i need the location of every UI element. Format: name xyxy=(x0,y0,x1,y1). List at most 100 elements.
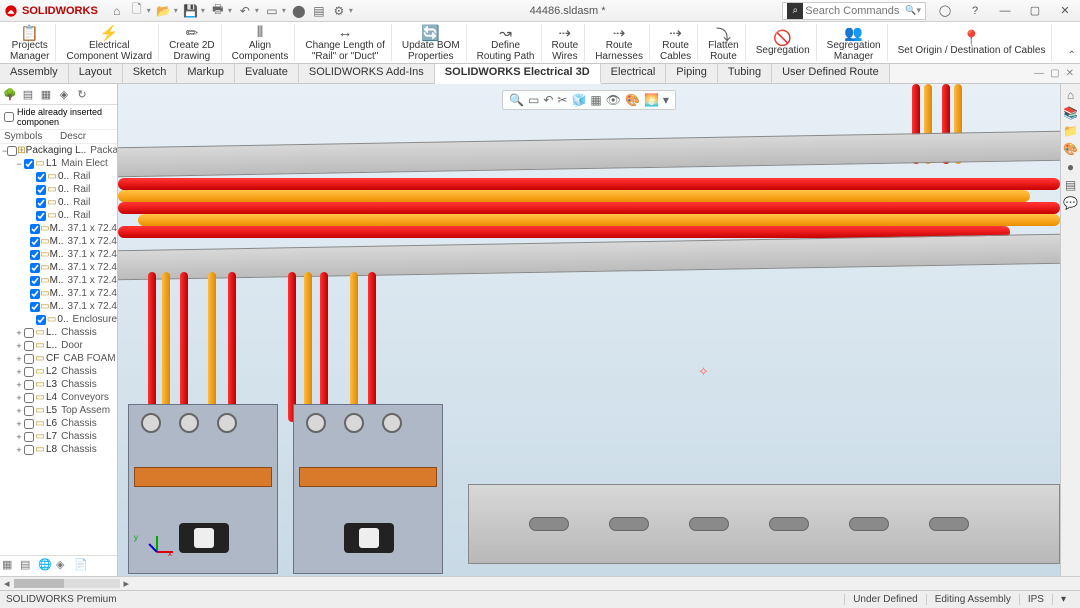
tree-twisty-icon[interactable]: + xyxy=(14,419,24,429)
tree-row[interactable]: ▭0..Rail xyxy=(0,170,117,183)
tree-checkbox[interactable] xyxy=(36,172,46,182)
fm-b3-icon[interactable]: 🌐 xyxy=(38,558,54,574)
tree-row[interactable]: +▭L2Chassis xyxy=(0,365,117,378)
view-orient-icon[interactable]: 🧊 xyxy=(571,93,586,107)
appearance-icon[interactable]: 🎨 xyxy=(625,93,640,107)
tree-checkbox[interactable] xyxy=(36,315,46,325)
fm-b2-icon[interactable]: ▤ xyxy=(20,558,36,574)
ribbon-route[interactable]: ⇢Route Cables xyxy=(654,24,698,61)
hide-inserted-checkbox-row[interactable]: Hide already inserted componen xyxy=(0,105,117,130)
tree-row[interactable]: ▭0..Rail xyxy=(0,196,117,209)
tab-tubing[interactable]: Tubing xyxy=(718,64,772,83)
rebuild-icon[interactable]: ⬤ xyxy=(292,4,306,18)
tree-checkbox[interactable] xyxy=(24,393,34,403)
open-icon[interactable]: 📂 xyxy=(157,4,171,18)
tab-markup[interactable]: Markup xyxy=(177,64,235,83)
graphics-viewport[interactable]: 🔍 ▭ ↶ ✂ 🧊 ▦ 👁 🎨 🌅 ▾ xyxy=(118,84,1060,576)
tab-layout[interactable]: Layout xyxy=(69,64,123,83)
scene-icon[interactable]: 🌅 xyxy=(644,93,659,107)
ribbon-electrical[interactable]: ⚡Electrical Component Wizard xyxy=(60,24,159,61)
fm-b4-icon[interactable]: ◈ xyxy=(56,558,72,574)
tree-checkbox[interactable] xyxy=(30,289,40,299)
tree-checkbox[interactable] xyxy=(30,276,40,286)
command-search[interactable]: ⌕ 🔍▾ xyxy=(782,2,926,20)
tree-row[interactable]: +▭L4Conveyors xyxy=(0,391,117,404)
vp-minimize-icon[interactable]: — xyxy=(1034,68,1044,79)
tree-row[interactable]: −⊞Packaging L..Packaging xyxy=(0,144,117,157)
tree-row[interactable]: ▭M..37.1 x 72.4 xyxy=(0,300,117,313)
vp-close-icon[interactable]: ✕ xyxy=(1066,68,1074,79)
tree-checkbox[interactable] xyxy=(24,432,34,442)
tree-checkbox[interactable] xyxy=(24,328,34,338)
tree-twisty-icon[interactable]: + xyxy=(14,393,24,403)
tree-row[interactable]: ▭M..37.1 x 72.4 xyxy=(0,274,117,287)
fm-reload-icon[interactable]: ↻ xyxy=(74,86,90,102)
hide-inserted-checkbox[interactable] xyxy=(4,112,14,122)
tree-row[interactable]: +▭L7Chassis xyxy=(0,430,117,443)
ribbon-define[interactable]: ↝Define Routing Path xyxy=(471,24,542,61)
new-icon[interactable]: 🗋 xyxy=(130,4,144,18)
tree-checkbox[interactable] xyxy=(30,302,40,312)
fm-b1-icon[interactable]: ▦ xyxy=(2,558,18,574)
ribbon-align[interactable]: ⫴Align Components xyxy=(226,24,296,61)
undo-icon[interactable]: ↶ xyxy=(238,4,252,18)
tree-twisty-icon[interactable]: + xyxy=(14,328,24,338)
vp-restore-icon[interactable]: ▢ xyxy=(1050,68,1059,79)
ribbon-segregation[interactable]: 🚫Segregation xyxy=(750,24,817,61)
ribbon-segregation[interactable]: 👥Segregation Manager xyxy=(821,24,888,61)
tree-checkbox[interactable] xyxy=(24,367,34,377)
fm-display-icon[interactable]: ◈ xyxy=(56,86,72,102)
ribbon-create-2d[interactable]: ✏Create 2D Drawing xyxy=(163,24,222,61)
tree-twisty-icon[interactable]: + xyxy=(14,432,24,442)
tree-checkbox[interactable] xyxy=(24,406,34,416)
tree-row[interactable]: ▭M..37.1 x 72.4 xyxy=(0,222,117,235)
tree-row[interactable]: ▭0..Rail xyxy=(0,209,117,222)
search-dropdown-icon[interactable]: 🔍▾ xyxy=(905,5,921,16)
tree-twisty-icon[interactable]: + xyxy=(14,406,24,416)
zoom-fit-icon[interactable]: 🔍 xyxy=(509,93,524,107)
view-triad[interactable]: y x xyxy=(138,520,174,556)
ribbon-route[interactable]: ⇢Route Harnesses xyxy=(589,24,650,61)
tree-twisty-icon[interactable]: − xyxy=(14,159,24,169)
hscroll-right-icon[interactable]: ▸ xyxy=(120,577,134,590)
user-account-icon[interactable]: ◯ xyxy=(934,2,956,20)
tree-checkbox[interactable] xyxy=(24,159,34,169)
tp-forum-icon[interactable]: 💬 xyxy=(1063,196,1078,210)
tree-checkbox[interactable] xyxy=(30,237,40,247)
tree-twisty-icon[interactable]: + xyxy=(14,354,24,364)
feature-tree[interactable]: −⊞Packaging L..Packaging−▭L1Main Elect▭0… xyxy=(0,144,117,555)
tree-row[interactable]: ▭0..Enclosure xyxy=(0,313,117,326)
tree-row[interactable]: ▭0..Rail xyxy=(0,183,117,196)
tree-row[interactable]: ▭M..37.1 x 72.4 xyxy=(0,287,117,300)
tab-evaluate[interactable]: Evaluate xyxy=(235,64,299,83)
view-settings-icon[interactable]: ▾ xyxy=(663,93,669,107)
tree-row[interactable]: ▭M..37.1 x 72.4 xyxy=(0,235,117,248)
tree-checkbox[interactable] xyxy=(24,419,34,429)
ribbon-update-bom[interactable]: 🔄Update BOM Properties xyxy=(396,24,467,61)
tree-checkbox[interactable] xyxy=(7,146,17,156)
tp-view-palette-icon[interactable]: 🎨 xyxy=(1063,142,1078,156)
tree-checkbox[interactable] xyxy=(36,185,46,195)
tree-row[interactable]: −▭L1Main Elect xyxy=(0,157,117,170)
hscroll-left-icon[interactable]: ◂ xyxy=(0,577,14,590)
tree-checkbox[interactable] xyxy=(30,224,40,234)
tp-appearance-icon[interactable]: ● xyxy=(1067,160,1074,174)
tp-custom-props-icon[interactable]: ▤ xyxy=(1065,178,1076,192)
tree-checkbox[interactable] xyxy=(36,198,46,208)
prev-view-icon[interactable]: ↶ xyxy=(543,93,553,107)
tree-twisty-icon[interactable]: + xyxy=(14,445,24,455)
settings-gear-icon[interactable]: ⚙ xyxy=(332,4,346,18)
minimize-button[interactable]: — xyxy=(994,2,1016,20)
fm-config-icon[interactable]: ▤ xyxy=(20,86,36,102)
tab-user-defined-route[interactable]: User Defined Route xyxy=(772,64,890,83)
tree-checkbox[interactable] xyxy=(30,250,40,260)
ribbon-projects[interactable]: 📋Projects Manager xyxy=(4,24,56,61)
tree-row[interactable]: ▭M..37.1 x 72.4 xyxy=(0,248,117,261)
ribbon-change-length-of[interactable]: ↔Change Length of "Rail" or "Duct" xyxy=(299,24,392,61)
tree-row[interactable]: +▭L5Top Assem xyxy=(0,404,117,417)
tree-checkbox[interactable] xyxy=(24,341,34,351)
tree-row[interactable]: +▭L..Door xyxy=(0,339,117,352)
tab-electrical[interactable]: Electrical xyxy=(601,64,667,83)
display-style-icon[interactable]: ▦ xyxy=(590,93,601,107)
tree-checkbox[interactable] xyxy=(36,211,46,221)
